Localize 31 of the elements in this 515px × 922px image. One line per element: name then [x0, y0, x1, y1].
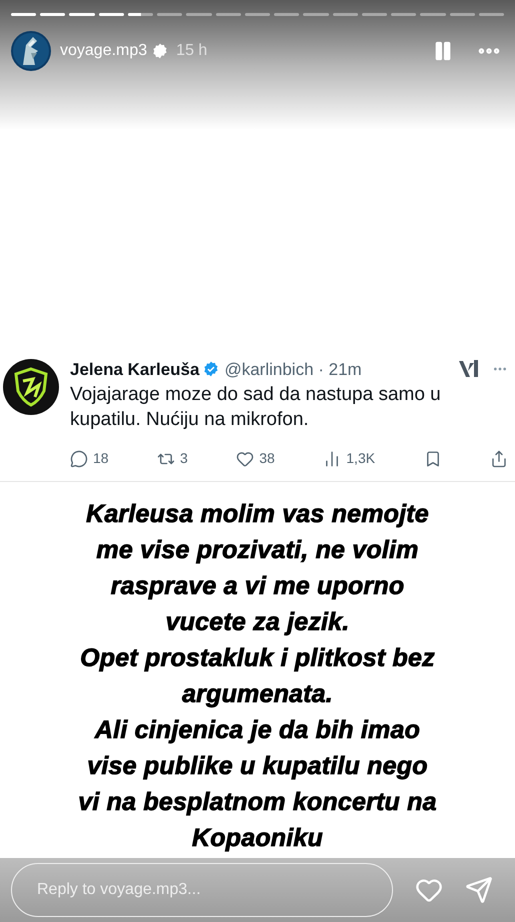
progress-segment	[244, 13, 270, 16]
progress-segment	[450, 13, 475, 16]
progress-segment	[128, 13, 154, 16]
progress-segment	[362, 13, 388, 16]
heart-icon[interactable]	[236, 450, 254, 468]
tweet-text: Vojajarage moze do sad da nastupa samo u kupatilu. Nućiju na mikrofon.	[70, 383, 442, 432]
shield-logo-icon	[3, 358, 59, 414]
progress-segment	[157, 13, 182, 16]
stat-count: 18	[93, 449, 109, 468]
comment-icon[interactable]	[70, 450, 88, 468]
caption-text: Karleusa molim vas nemojte me vise prozivati, ne volim rasprave a vi me uporno vucete za jezik. Opet prostakluk i plitkost bez argumenata. Ali cinjenica je da bih imao vise publike u kupatilu nego vi na besplatnom koncertu na Kopaoniku	[77, 499, 438, 854]
progress-segment	[274, 13, 300, 16]
stat-count: 1,3K	[346, 449, 376, 468]
post-time: 15 h	[176, 41, 208, 61]
progress-segment	[216, 13, 241, 16]
progress-segment	[420, 13, 446, 16]
progress-segment	[478, 13, 504, 16]
share-icon[interactable]	[490, 450, 508, 468]
stat-count: 38	[259, 449, 275, 468]
reply-field[interactable]: Reply to voyage.mp3...	[11, 863, 393, 917]
progress-segment	[303, 13, 329, 16]
progress-segment	[69, 13, 95, 16]
progress-segment	[186, 13, 212, 16]
progress-segment	[98, 13, 124, 16]
progress-segment	[391, 13, 416, 16]
author-handle[interactable]: @karlinbich · 21m	[224, 356, 362, 382]
stat-count: 3	[180, 449, 188, 468]
progress-segment	[332, 13, 358, 16]
progress-segment	[11, 13, 36, 16]
progress-segment	[40, 13, 66, 16]
author-name[interactable]: Jelena Karleuša	[70, 356, 200, 382]
